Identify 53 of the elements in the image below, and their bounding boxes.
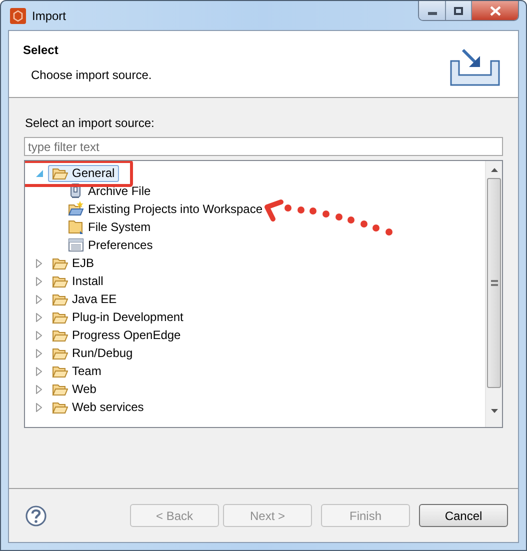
filter-field[interactable]: type filter text: [24, 137, 503, 156]
source-label: Select an import source:: [24, 115, 156, 132]
expand-icon[interactable]: [33, 365, 45, 377]
tree-item[interactable]: Progress OpenEdge: [48, 326, 185, 344]
app-icon: [10, 8, 26, 24]
maximize-button[interactable]: [446, 1, 472, 20]
expand-icon[interactable]: [33, 329, 45, 341]
import-icon: [450, 48, 500, 86]
tree-item[interactable]: Archive File: [25, 182, 485, 200]
tree-item[interactable]: Existing Projects into Workspace: [25, 200, 485, 218]
minimize-button[interactable]: [419, 1, 446, 20]
expand-icon[interactable]: [33, 347, 45, 359]
tree-item[interactable]: Preferences: [25, 236, 485, 254]
list-icon: [68, 237, 84, 253]
folder-icon: [52, 382, 68, 396]
scroll-up-icon[interactable]: [490, 168, 498, 172]
folder-icon: [68, 219, 84, 235]
tree-item[interactable]: File System: [25, 218, 485, 236]
folder-icon: [52, 166, 68, 180]
folder-icon: [52, 364, 68, 378]
folder-icon: [52, 310, 68, 324]
dialog-button[interactable]: Cancel: [419, 504, 508, 527]
folder-icon: [52, 346, 68, 360]
expand-icon[interactable]: [33, 257, 45, 269]
scrollbar-thumb[interactable]: [487, 178, 501, 388]
folder-star-icon: [68, 201, 84, 217]
tree-item[interactable]: Run/Debug: [48, 344, 137, 362]
page-title: Select: [23, 42, 60, 59]
tree-item[interactable]: Plug-in Development: [48, 308, 188, 326]
close-icon: [490, 6, 500, 16]
expand-icon[interactable]: [33, 275, 45, 287]
scrollbar[interactable]: [485, 161, 502, 427]
window-title: Import: [32, 8, 66, 24]
tree-item[interactable]: Web: [48, 380, 100, 398]
tree-item[interactable]: EJB: [48, 254, 98, 272]
tree-item[interactable]: Install: [48, 272, 108, 290]
folder-icon: [52, 328, 68, 342]
expand-icon[interactable]: [33, 383, 45, 395]
expand-icon[interactable]: [33, 293, 45, 305]
help-icon[interactable]: [25, 504, 47, 526]
folder-icon: [52, 274, 68, 288]
folder-icon: [52, 292, 68, 306]
page-description: Choose import source.: [30, 67, 152, 84]
tree-item[interactable]: Web services: [48, 398, 148, 416]
expand-icon[interactable]: [33, 401, 45, 413]
folder-icon: [52, 256, 68, 270]
close-button[interactable]: [472, 1, 518, 20]
expand-icon[interactable]: [33, 311, 45, 323]
tree-item[interactable]: Java EE: [48, 290, 121, 308]
tree-item[interactable]: General: [48, 164, 119, 182]
scroll-down-icon[interactable]: [490, 409, 498, 413]
folder-icon: [52, 400, 68, 414]
tree-item[interactable]: Team: [48, 362, 106, 380]
